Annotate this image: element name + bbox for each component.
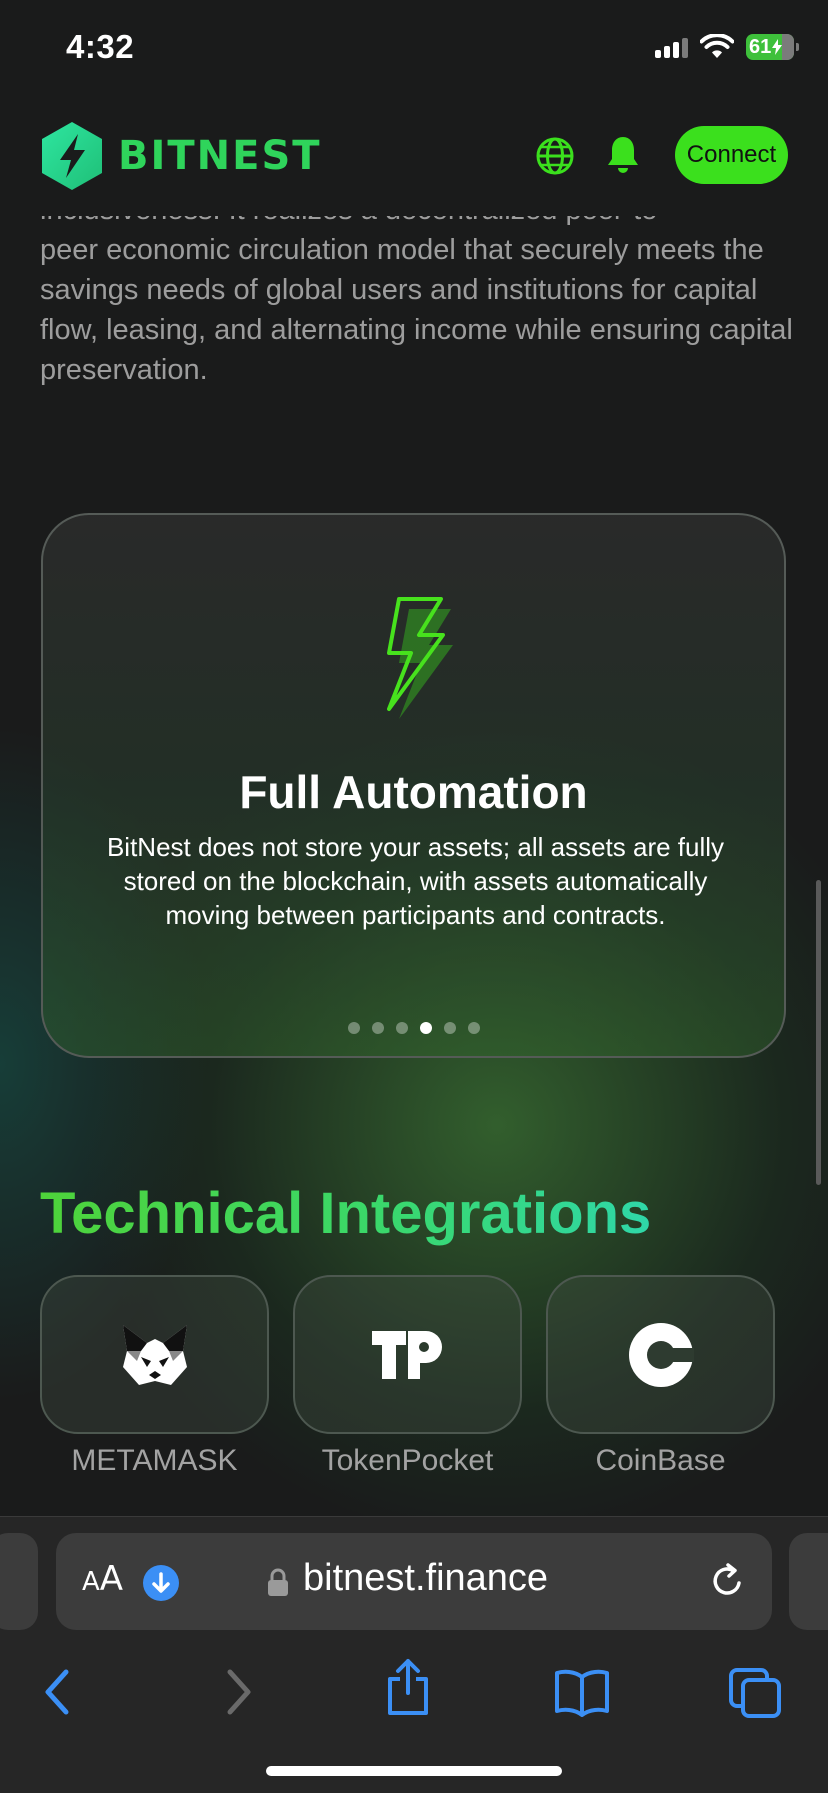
tabs-button[interactable] bbox=[728, 1667, 784, 1724]
home-indicator[interactable] bbox=[266, 1766, 562, 1776]
integration-label: TokenPocket bbox=[321, 1444, 494, 1477]
next-tab-peek[interactable] bbox=[789, 1533, 828, 1630]
status-bar: 4:32 61 bbox=[0, 0, 828, 96]
status-time: 4:32 bbox=[66, 28, 135, 65]
card-description: BitNest does not store your assets; all … bbox=[106, 832, 725, 930]
carousel-pagination bbox=[43, 1022, 784, 1034]
cellular-signal-icon bbox=[655, 36, 688, 58]
integration-label: CoinBase bbox=[595, 1444, 726, 1477]
carousel-dot[interactable] bbox=[443, 1022, 456, 1034]
integration-label: METAMASK bbox=[71, 1444, 238, 1477]
previous-tab-peek[interactable] bbox=[0, 1533, 38, 1630]
integration-tokenpocket[interactable]: TokenPocket bbox=[293, 1275, 522, 1478]
integration-metamask[interactable]: METAMASK bbox=[40, 1275, 269, 1478]
card-title: Full Automation bbox=[239, 766, 588, 818]
bell-icon[interactable] bbox=[605, 134, 641, 174]
chevron-left-icon bbox=[45, 1669, 69, 1715]
logo-text: BITNEST bbox=[118, 133, 322, 179]
browser-toolbar: AA bitnest.finance bbox=[0, 1516, 828, 1793]
carousel-dot[interactable] bbox=[467, 1022, 480, 1034]
integrations-list: METAMASK TokenPocket CoinBase bbox=[40, 1275, 775, 1478]
integration-tile[interactable] bbox=[546, 1275, 775, 1434]
lock-icon bbox=[268, 1568, 288, 1596]
intro-paragraph: inclusiveness. It realizes a decentraliz… bbox=[40, 190, 800, 390]
browser-nav-row bbox=[0, 1659, 828, 1727]
bitnest-hexagon-icon bbox=[42, 122, 102, 190]
chevron-right-icon bbox=[227, 1669, 251, 1715]
integrations-title: Technical Integrations bbox=[40, 1181, 652, 1246]
scrollbar[interactable] bbox=[816, 880, 821, 1185]
feature-card[interactable]: Full Automation BitNest does not store y… bbox=[41, 513, 786, 1058]
carousel-dot[interactable] bbox=[419, 1022, 432, 1034]
battery-icon: 61 bbox=[746, 34, 799, 60]
integration-coinbase[interactable]: CoinBase bbox=[546, 1275, 775, 1478]
address-bar[interactable]: AA bitnest.finance bbox=[56, 1533, 772, 1630]
forward-button[interactable] bbox=[220, 1667, 256, 1722]
share-icon bbox=[388, 1659, 428, 1715]
intro-text: peer economic circulation model that sec… bbox=[40, 234, 793, 386]
reader-options-button[interactable]: AA bbox=[82, 1559, 123, 1599]
battery-level: 61 bbox=[749, 35, 772, 58]
status-icons: 61 bbox=[655, 34, 799, 60]
carousel-dot[interactable] bbox=[371, 1022, 384, 1034]
globe-icon[interactable] bbox=[535, 136, 575, 176]
share-button[interactable] bbox=[384, 1657, 432, 1722]
url-text: bitnest.finance bbox=[303, 1557, 549, 1599]
coinbase-c-icon bbox=[628, 1322, 694, 1387]
integration-tile[interactable] bbox=[40, 1275, 269, 1434]
book-icon bbox=[555, 1669, 609, 1717]
download-icon[interactable] bbox=[143, 1565, 179, 1601]
back-button[interactable] bbox=[40, 1667, 76, 1722]
wifi-icon bbox=[700, 34, 734, 58]
metamask-fox-icon bbox=[122, 1324, 187, 1385]
bitnest-logo[interactable]: BITNEST bbox=[40, 120, 322, 192]
carousel-dot[interactable] bbox=[395, 1022, 408, 1034]
site-header: BITNEST Connect bbox=[0, 96, 828, 216]
integration-tile[interactable] bbox=[293, 1275, 522, 1434]
reload-icon[interactable] bbox=[708, 1561, 748, 1601]
carousel-dot[interactable] bbox=[347, 1022, 360, 1034]
tabs-icon bbox=[729, 1668, 781, 1718]
connect-button[interactable]: Connect bbox=[675, 126, 788, 184]
tokenpocket-tp-icon bbox=[371, 1330, 442, 1379]
bookmarks-button[interactable] bbox=[554, 1667, 610, 1722]
lightning-bolt-icon bbox=[387, 597, 453, 719]
